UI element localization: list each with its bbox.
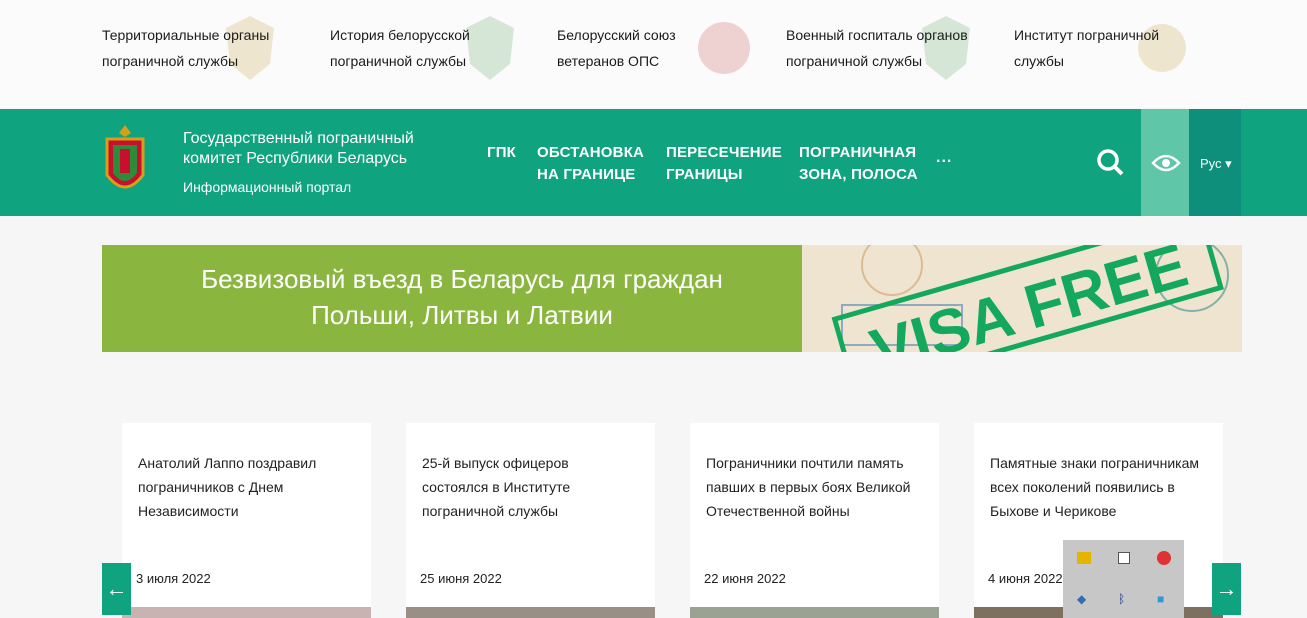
- news-date: 25 июня 2022: [420, 571, 502, 586]
- link-territorial-bodies[interactable]: Территориальные органы пограничной служб…: [102, 22, 292, 74]
- nav-gpk[interactable]: ГПК: [487, 142, 516, 164]
- carousel-prev-button[interactable]: ←: [102, 563, 131, 615]
- network-icon[interactable]: ◆: [1077, 592, 1086, 606]
- news-image[interactable]: [690, 607, 939, 618]
- app-tray-icon[interactable]: [1077, 552, 1091, 564]
- banner-passport-image: VISA FREE: [802, 245, 1242, 352]
- news-title[interactable]: Пограничники почтили память павших в пер…: [706, 451, 921, 523]
- bluetooth-icon[interactable]: ᛒ: [1118, 592, 1125, 606]
- link-military-hospital[interactable]: Военный госпиталь органов пограничной сл…: [786, 22, 991, 74]
- carousel-next-button[interactable]: →: [1212, 563, 1241, 615]
- visa-free-stamp-image: VISA FREE: [831, 245, 1229, 352]
- visa-free-banner[interactable]: VISA FREE Безвизовый въезд в Беларусь дл…: [102, 245, 1242, 352]
- nav-border-situation[interactable]: ОБСТАНОВКА НА ГРАНИЦЕ: [537, 142, 657, 186]
- system-tray-popup: ◆ ᛒ ■: [1063, 540, 1184, 618]
- site-title[interactable]: Государственный пограничный комитет Респ…: [183, 129, 443, 169]
- news-title[interactable]: Анатолий Лаппо поздравил пограничников с…: [138, 451, 353, 523]
- link-border-institute[interactable]: Институт пограничной службы: [1014, 22, 1189, 74]
- nav-border-zone[interactable]: ПОГРАНИЧНАЯ ЗОНА, ПОЛОСА: [799, 142, 929, 186]
- news-image[interactable]: [406, 607, 655, 618]
- news-card[interactable]: Пограничники почтили память павших в пер…: [690, 423, 939, 618]
- accessibility-button[interactable]: [1141, 109, 1189, 216]
- more-menu-button[interactable]: ...: [936, 149, 952, 167]
- language-label[interactable]: Рус ▾: [1200, 156, 1232, 172]
- site-header: Государственный пограничный комитет Респ…: [0, 109, 1307, 216]
- site-subtitle: Информационный портал: [183, 179, 352, 195]
- arrow-left-icon: ←: [105, 576, 128, 601]
- link-veterans-union[interactable]: Белорусский союз ветеранов ОПС: [557, 22, 707, 74]
- link-history[interactable]: История белорусской пограничной службы: [330, 22, 510, 74]
- arrow-right-icon: →: [1215, 576, 1238, 601]
- partner-links-bar: Территориальные органы пограничной служб…: [0, 0, 1307, 108]
- eye-icon: [1151, 154, 1181, 172]
- news-date: 3 июля 2022: [136, 571, 211, 586]
- news-title[interactable]: Памятные знаки пограничникам всех поколе…: [990, 451, 1205, 523]
- banner-title: Безвизовый въезд в Беларусь для граждан …: [201, 264, 723, 330]
- news-date: 22 июня 2022: [704, 571, 786, 586]
- app-tray-icon[interactable]: ■: [1157, 592, 1164, 606]
- search-icon: [1097, 149, 1124, 176]
- news-card[interactable]: 25-й выпуск офицеров состоялся в Институ…: [406, 423, 655, 618]
- nav-border-crossing[interactable]: ПЕРЕСЕЧЕНИЕ ГРАНИЦЫ: [666, 142, 786, 186]
- news-title[interactable]: 25-й выпуск офицеров состоялся в Институ…: [422, 451, 637, 523]
- news-date: 4 июня 2022: [988, 571, 1063, 586]
- search-button[interactable]: [1080, 109, 1142, 216]
- news-card[interactable]: Анатолий Лаппо поздравил пограничников с…: [122, 423, 371, 618]
- app-tray-icon[interactable]: [1118, 552, 1130, 564]
- shield-icon[interactable]: [1157, 551, 1171, 565]
- coat-of-arms-logo[interactable]: [104, 123, 146, 203]
- news-image[interactable]: [122, 607, 371, 618]
